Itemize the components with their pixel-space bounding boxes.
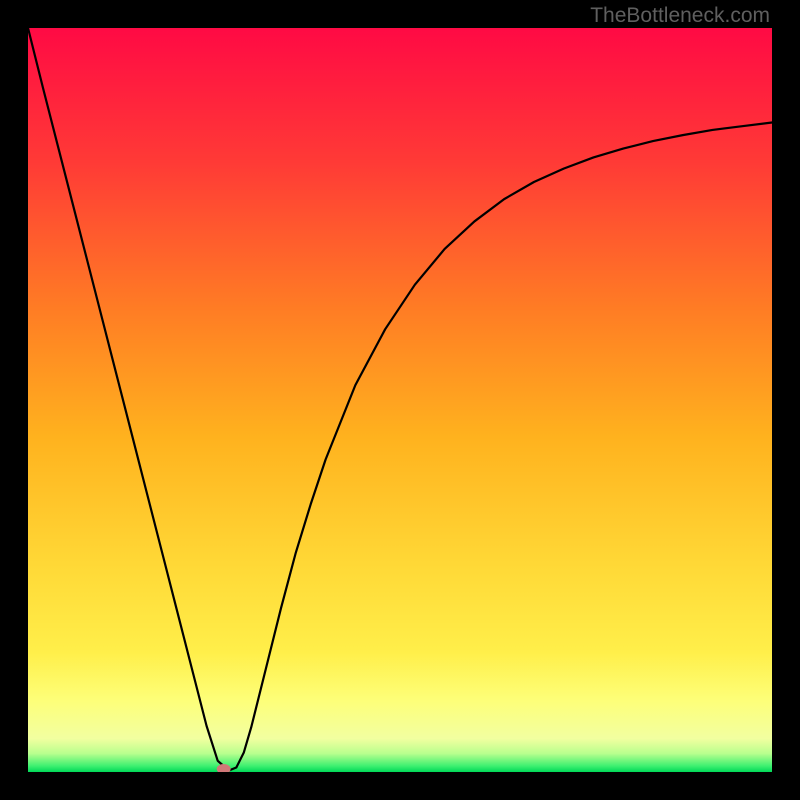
bottleneck-chart bbox=[28, 28, 772, 772]
watermark-text: TheBottleneck.com bbox=[590, 4, 770, 28]
chart-frame bbox=[28, 28, 772, 772]
